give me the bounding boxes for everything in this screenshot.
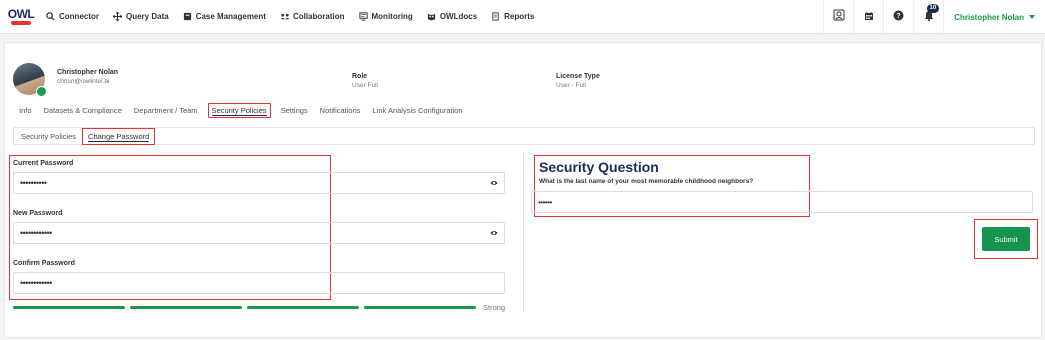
nav-case-management[interactable]: Case Management (183, 12, 266, 21)
nav-reports-label: Reports (504, 12, 535, 21)
svg-text:?: ? (897, 13, 901, 20)
search-icon (46, 12, 55, 21)
section-divider (523, 153, 524, 313)
nav-connector-label: Connector (59, 12, 99, 21)
user-menu[interactable]: Christopher Nolan (943, 0, 1045, 34)
new-password-value: •••••••••••• (20, 228, 52, 238)
role-value: User Full (352, 82, 379, 89)
confirm-password-input[interactable]: •••••••••••• (13, 272, 505, 294)
profile-email: chrisn@owlintel.ai (57, 78, 110, 85)
owl-icon (427, 12, 436, 21)
confirm-password-label: Confirm Password (13, 260, 75, 267)
confirm-password-value: •••••••••••• (20, 278, 52, 288)
report-icon (491, 12, 500, 21)
nav-collaboration[interactable]: Collaboration (280, 12, 345, 21)
new-password-input[interactable]: •••••••••••• (13, 222, 505, 244)
security-answer-value: •••••• (538, 197, 552, 207)
nav-query-data[interactable]: Query Data (112, 11, 169, 22)
user-search-button[interactable] (823, 0, 853, 34)
profile-tabs: Info Datasets & Compliance Department / … (17, 103, 473, 118)
nav-owldocs[interactable]: OWLdocs (427, 12, 477, 21)
tab-link-analysis-configuration[interactable]: Link Analysis Configuration (371, 103, 465, 118)
chevron-down-icon (1029, 15, 1035, 19)
security-answer-input[interactable]: •••••• (531, 191, 1033, 213)
profile-header: Christopher Nolan chrisn@owlintel.ai (13, 63, 118, 97)
users-icon (280, 12, 290, 21)
current-password-input[interactable]: •••••••••• (13, 172, 505, 194)
logo-text: OWL (7, 7, 35, 21)
monitor-icon (358, 12, 368, 21)
user-search-icon (833, 8, 845, 26)
strength-segment (13, 306, 125, 309)
profile-info: Christopher Nolan chrisn@owlintel.ai (57, 69, 118, 95)
tab-info[interactable]: Info (17, 103, 34, 118)
security-question-text: What is the last name of your most memor… (539, 178, 754, 185)
nav-monitoring[interactable]: Monitoring (358, 12, 413, 21)
eye-icon[interactable] (490, 179, 498, 187)
eye-icon[interactable] (490, 229, 498, 237)
logo-tag (11, 21, 31, 25)
avatar[interactable] (13, 63, 47, 97)
subtab-change-password[interactable]: Change Password (82, 127, 156, 145)
current-password-label: Current Password (13, 160, 74, 167)
notification-badge: 10 (926, 4, 940, 13)
current-password-value: •••••••••• (20, 178, 47, 188)
security-question-title: Security Question (539, 159, 659, 175)
help-button[interactable]: ? (883, 0, 913, 34)
submit-button[interactable]: Submit (982, 227, 1030, 251)
license-value: User - Full (556, 82, 586, 89)
strength-segment (247, 306, 359, 309)
owl-logo[interactable]: OWL (4, 2, 38, 32)
nav-collaboration-label: Collaboration (292, 12, 345, 21)
subtab-security-policies[interactable]: Security Policies (19, 130, 78, 143)
strength-segment (364, 306, 476, 309)
security-subtabs: Security Policies Change Password (13, 127, 1035, 145)
nav-connector[interactable]: Connector (46, 12, 99, 21)
calendar-icon (864, 8, 874, 26)
strength-segment (130, 306, 242, 309)
tab-datasets-compliance[interactable]: Datasets & Compliance (42, 103, 124, 118)
profile-card: Christopher Nolan chrisn@owlintel.ai Rol… (4, 42, 1042, 338)
tab-settings[interactable]: Settings (279, 103, 310, 118)
nav-items: Connector Query Data Case Management Col… (46, 11, 548, 22)
nav-owldocs-label: OWLdocs (439, 12, 478, 21)
user-menu-name: Christopher Nolan (954, 12, 1024, 22)
license-label: License Type (556, 73, 600, 80)
tab-security-policies[interactable]: Security Policies (207, 103, 271, 118)
move-icon (112, 11, 123, 22)
profile-name: Christopher Nolan (57, 69, 119, 76)
top-nav: OWL Connector Query Data Case Management… (0, 0, 1045, 34)
nav-reports[interactable]: Reports (491, 12, 534, 21)
tab-notifications[interactable]: Notifications (318, 103, 363, 118)
camera-icon[interactable] (36, 86, 47, 97)
license-block: License Type User - Full (556, 73, 600, 89)
strength-label: Strong (483, 303, 506, 312)
role-block: Role User Full (352, 73, 378, 89)
nav-right: ? 10 Christopher Nolan (823, 0, 1045, 34)
nav-query-data-label: Query Data (126, 12, 169, 21)
role-label: Role (352, 73, 368, 80)
notifications-button[interactable]: 10 (913, 0, 943, 34)
calendar-button[interactable] (853, 0, 883, 34)
password-strength-meter: Strong (13, 303, 505, 312)
help-icon: ? (893, 8, 904, 26)
nav-case-management-label: Case Management (195, 12, 266, 21)
folder-icon (183, 12, 192, 21)
tab-department-team[interactable]: Department / Team (132, 103, 200, 118)
nav-monitoring-label: Monitoring (371, 12, 413, 21)
new-password-label: New Password (13, 210, 63, 217)
